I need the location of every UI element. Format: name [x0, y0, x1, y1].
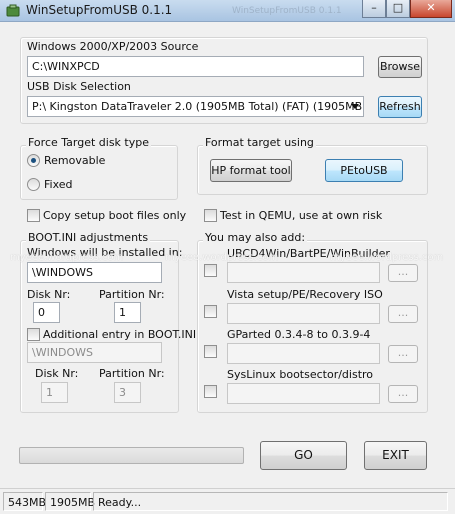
syslinux-path-input[interactable]: [227, 383, 380, 404]
maximize-button[interactable]: □: [386, 0, 410, 18]
additional-entry-input[interactable]: \WINDOWS: [27, 342, 162, 363]
watermark-left: myeee.wordpress.com: [10, 252, 124, 263]
gparted-path-input[interactable]: [227, 343, 380, 364]
ubcd4win-path-input[interactable]: [227, 262, 380, 283]
additional-disk-nr-label: Disk Nr:: [35, 367, 79, 380]
removable-radio[interactable]: [27, 154, 40, 167]
install-location-input[interactable]: \WINDOWS: [27, 262, 162, 283]
close-button[interactable]: ✕: [410, 0, 452, 18]
additional-disk-nr-input[interactable]: 1: [41, 382, 68, 403]
syslinux-browse-button[interactable]: ...: [388, 385, 418, 403]
gparted-checkbox[interactable]: [204, 345, 217, 358]
gparted-label: GParted 0.3.4-8 to 0.3.9-4: [227, 328, 371, 341]
vista-browse-button[interactable]: ...: [388, 305, 418, 323]
qemu-label[interactable]: Test in QEMU, use at own risk: [220, 209, 382, 222]
watermark-right: myeee.wordpress.com: [330, 252, 444, 263]
vista-label: Vista setup/PE/Recovery ISO: [227, 288, 383, 301]
additional-partition-nr-label: Partition Nr:: [99, 367, 165, 380]
copy-boot-files-label[interactable]: Copy setup boot files only: [43, 209, 186, 222]
browse-button[interactable]: Browse: [378, 56, 422, 78]
minimize-button[interactable]: –: [362, 0, 386, 18]
exit-button[interactable]: EXIT: [364, 441, 427, 470]
fixed-label[interactable]: Fixed: [44, 178, 73, 191]
fixed-radio[interactable]: [27, 178, 40, 191]
format-target-legend: Format target using: [203, 136, 316, 149]
status-bar: 543MB 1905MB Ready...: [0, 488, 455, 514]
petousb-button[interactable]: PEtoUSB: [325, 159, 403, 182]
watermark-middle: myeee.wordpress.com: [165, 252, 279, 263]
vista-path-input[interactable]: [227, 303, 380, 324]
ghost-title: WinSetupFromUSB 0.1.1: [232, 6, 342, 16]
ubcd4win-browse-button[interactable]: ...: [388, 264, 418, 282]
disk-nr-label: Disk Nr:: [27, 288, 71, 301]
title-bar[interactable]: WinSetupFromUSB 0.1.1 WinSetupFromUSB 0.…: [0, 0, 455, 22]
hp-format-tool-button[interactable]: HP format tool: [210, 159, 292, 182]
vista-checkbox[interactable]: [204, 305, 217, 318]
status-free-size: 1905MB: [45, 492, 95, 511]
disk-nr-input[interactable]: 0: [33, 302, 60, 323]
progress-bar: [19, 447, 244, 464]
boot-ini-legend: BOOT.INI adjustments: [26, 231, 151, 244]
go-button[interactable]: GO: [260, 441, 347, 470]
partition-nr-input[interactable]: 1: [114, 302, 141, 323]
partition-nr-label: Partition Nr:: [99, 288, 165, 301]
usb-label: USB Disk Selection: [27, 80, 131, 93]
also-add-legend: You may also add:: [203, 231, 308, 244]
source-input[interactable]: C:\WINXPCD: [27, 56, 364, 77]
copy-boot-files-checkbox[interactable]: [27, 209, 40, 222]
usb-disk-select[interactable]: P:\ Kingston DataTraveler 2.0 (1905MB To…: [27, 96, 364, 117]
status-total-size: 543MB: [3, 492, 46, 511]
additional-entry-label[interactable]: Additional entry in BOOT.INI: [43, 328, 196, 341]
gparted-browse-button[interactable]: ...: [388, 345, 418, 363]
usb-disk-selected-value: P:\ Kingston DataTraveler 2.0 (1905MB To…: [32, 100, 364, 113]
window-title: WinSetupFromUSB 0.1.1: [26, 3, 173, 17]
syslinux-checkbox[interactable]: [204, 385, 217, 398]
ubcd4win-checkbox[interactable]: [204, 264, 217, 277]
app-icon: [6, 4, 20, 17]
syslinux-label: SysLinux bootsector/distro: [227, 368, 374, 381]
qemu-checkbox[interactable]: [204, 209, 217, 222]
chevron-down-icon[interactable]: [351, 104, 359, 109]
status-message: Ready...: [93, 492, 448, 511]
source-label: Windows 2000/XP/2003 Source: [27, 40, 199, 53]
additional-partition-nr-input[interactable]: 3: [114, 382, 141, 403]
force-target-legend: Force Target disk type: [26, 136, 151, 149]
refresh-button[interactable]: Refresh: [378, 96, 422, 118]
additional-entry-checkbox[interactable]: [27, 328, 40, 341]
removable-label[interactable]: Removable: [44, 154, 105, 167]
radio-selected-dot: [31, 158, 36, 163]
